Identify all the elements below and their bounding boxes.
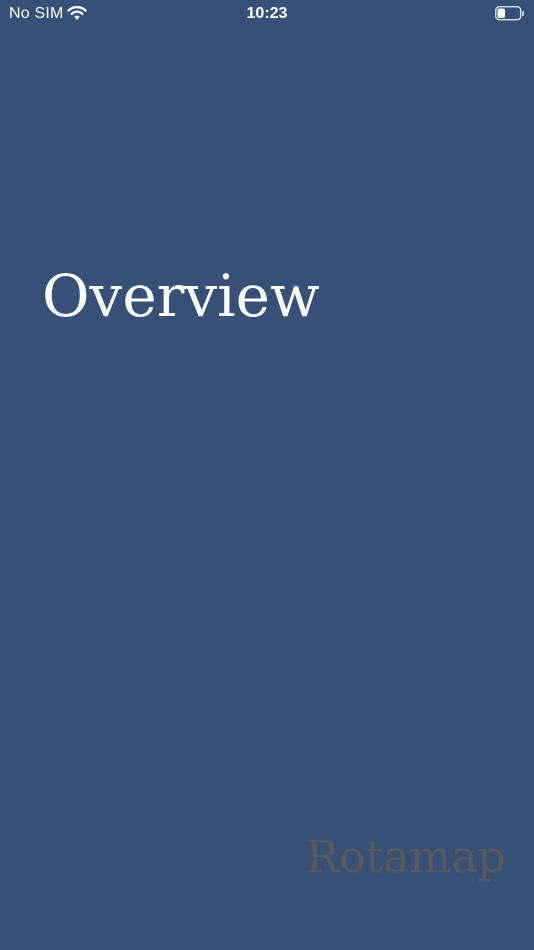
battery-icon — [495, 6, 525, 21]
status-bar: No SIM 10:23 — [0, 0, 534, 28]
status-time: 10:23 — [246, 5, 288, 22]
page-title: Overview — [42, 262, 320, 330]
brand-logo-text: Rotamap — [306, 832, 506, 883]
